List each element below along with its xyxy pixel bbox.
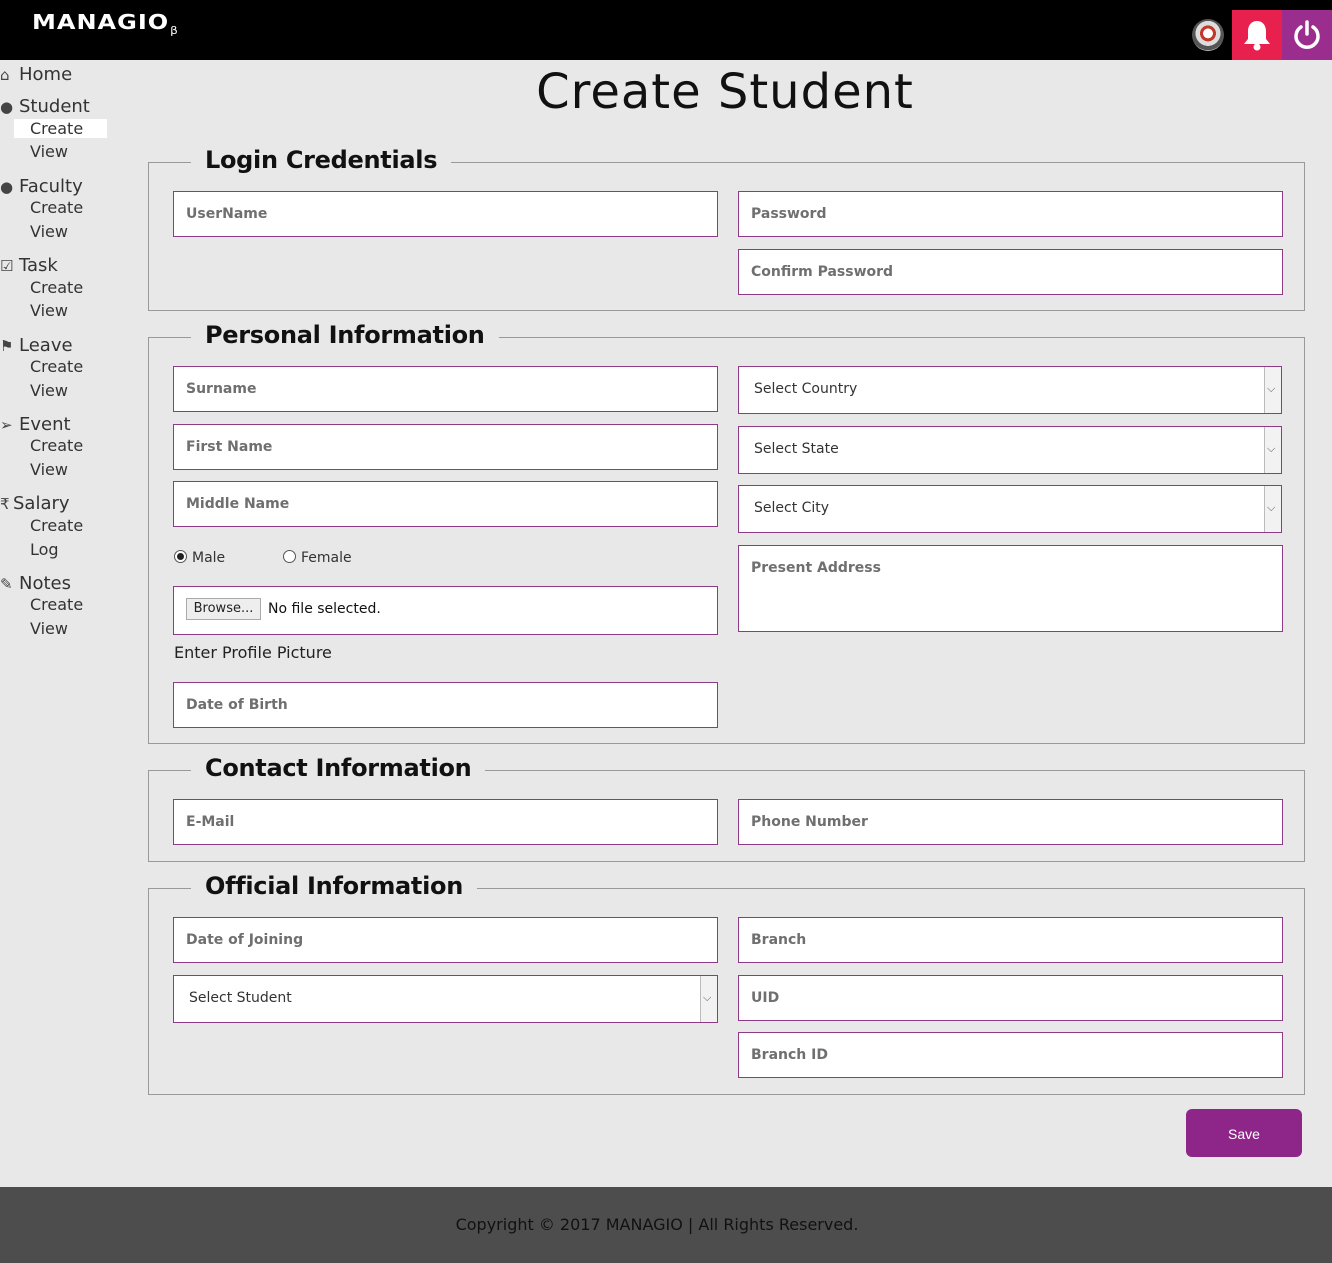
- dropdown-arrow[interactable]: ⌵: [1264, 486, 1281, 532]
- country-select[interactable]: Select Country ⌵: [738, 366, 1282, 414]
- power-icon: [1294, 20, 1320, 49]
- flag-icon: ⚑: [0, 337, 14, 355]
- section-legend: Personal Information: [191, 321, 499, 349]
- browse-button[interactable]: Browse...: [186, 598, 261, 620]
- date-of-joining-field[interactable]: [173, 917, 718, 963]
- city-select[interactable]: Select City ⌵: [738, 485, 1282, 533]
- section-legend: Contact Information: [191, 754, 486, 782]
- chevron-down-icon: ⌵: [1267, 442, 1276, 455]
- copyright-text: Copyright © 2017 MANAGIO | All Rights Re…: [455, 1215, 859, 1234]
- check-square-icon: ☑: [0, 257, 14, 275]
- radio-female[interactable]: [283, 550, 296, 563]
- sidebar-item-leave[interactable]: ⚑ Leave: [0, 335, 73, 356]
- sidebar-salary-log[interactable]: Log: [30, 540, 59, 559]
- users-icon: ●: [0, 178, 14, 196]
- dropdown-arrow[interactable]: ⌵: [700, 976, 717, 1022]
- profile-picture-label: Enter Profile Picture: [174, 643, 332, 662]
- chevron-down-icon: ⌵: [1267, 382, 1276, 395]
- sidebar-student-view[interactable]: View: [30, 142, 68, 161]
- sidebar-item-notes[interactable]: ✎ Notes: [0, 573, 71, 594]
- username-field[interactable]: [173, 191, 718, 237]
- country-select-value: Select Country: [754, 381, 858, 397]
- sidebar-leave-view[interactable]: View: [30, 381, 68, 400]
- profile-picture-input[interactable]: Browse... No file selected.: [173, 586, 718, 635]
- footer: Copyright © 2017 MANAGIO | All Rights Re…: [0, 1187, 1332, 1263]
- radio-male[interactable]: [174, 550, 187, 563]
- student-select[interactable]: Select Student ⌵: [173, 975, 718, 1023]
- sidebar-faculty-create[interactable]: Create: [30, 198, 83, 217]
- sidebar-item-task[interactable]: ☑ Task: [0, 255, 58, 276]
- sidebar-student-create[interactable]: Create: [14, 119, 107, 138]
- top-bar: MANAGIOβ: [0, 0, 1332, 60]
- file-status: No file selected.: [268, 601, 381, 617]
- sidebar-task-create[interactable]: Create: [30, 278, 83, 297]
- student-select-value: Select Student: [189, 990, 292, 1006]
- sidebar-item-faculty[interactable]: ● Faculty: [0, 176, 83, 197]
- password-field[interactable]: [738, 191, 1283, 237]
- personal-information-section: Personal Information Male Female Browse.…: [148, 321, 1305, 744]
- email-field[interactable]: [173, 799, 718, 845]
- gender-female-option[interactable]: Female: [283, 550, 352, 566]
- paper-plane-icon: ➢: [0, 416, 13, 434]
- avatar[interactable]: [1192, 19, 1224, 51]
- first-name-field[interactable]: [173, 424, 718, 470]
- date-of-birth-field[interactable]: [173, 682, 718, 728]
- phone-number-field[interactable]: [738, 799, 1283, 845]
- section-legend: Official Information: [191, 872, 478, 900]
- sidebar-notes-view[interactable]: View: [30, 619, 68, 638]
- gender-male-option[interactable]: Male: [174, 550, 225, 566]
- sidebar-item-salary[interactable]: ₹ Salary: [0, 493, 70, 514]
- sidebar-salary-create[interactable]: Create: [30, 516, 83, 535]
- bell-icon: [1244, 21, 1270, 51]
- sidebar-faculty-view[interactable]: View: [30, 222, 68, 241]
- edit-icon: ✎: [0, 575, 13, 593]
- sidebar-item-event[interactable]: ➢ Event: [0, 414, 71, 435]
- state-select[interactable]: Select State ⌵: [738, 426, 1282, 474]
- sidebar-event-create[interactable]: Create: [30, 436, 83, 455]
- sidebar-task-view[interactable]: View: [30, 301, 68, 320]
- rupee-icon: ₹: [0, 495, 10, 513]
- state-select-value: Select State: [754, 441, 839, 457]
- save-button[interactable]: Save: [1186, 1109, 1302, 1157]
- surname-field[interactable]: [173, 366, 718, 412]
- sidebar-event-view[interactable]: View: [30, 460, 68, 479]
- chevron-down-icon: ⌵: [1267, 501, 1276, 514]
- notifications-button[interactable]: [1232, 10, 1282, 60]
- logout-button[interactable]: [1282, 10, 1332, 60]
- app-logo[interactable]: MANAGIOβ: [32, 10, 178, 36]
- branch-field[interactable]: [738, 917, 1283, 963]
- contact-information-section: Contact Information: [148, 754, 1305, 862]
- sidebar-notes-create[interactable]: Create: [30, 595, 83, 614]
- confirm-password-field[interactable]: [738, 249, 1283, 295]
- official-information-section: Official Information Select Student ⌵: [148, 872, 1305, 1095]
- city-select-value: Select City: [754, 500, 830, 516]
- branch-id-field[interactable]: [738, 1032, 1283, 1078]
- middle-name-field[interactable]: [173, 481, 718, 527]
- section-legend: Login Credentials: [191, 146, 452, 174]
- sidebar-leave-create[interactable]: Create: [30, 357, 83, 376]
- login-credentials-section: Login Credentials: [148, 146, 1305, 311]
- dropdown-arrow[interactable]: ⌵: [1264, 367, 1281, 413]
- page-title: Create Student: [536, 64, 914, 120]
- present-address-field[interactable]: [738, 545, 1283, 632]
- uid-field[interactable]: [738, 975, 1283, 1021]
- chevron-down-icon: ⌵: [703, 991, 712, 1004]
- dropdown-arrow[interactable]: ⌵: [1264, 427, 1281, 473]
